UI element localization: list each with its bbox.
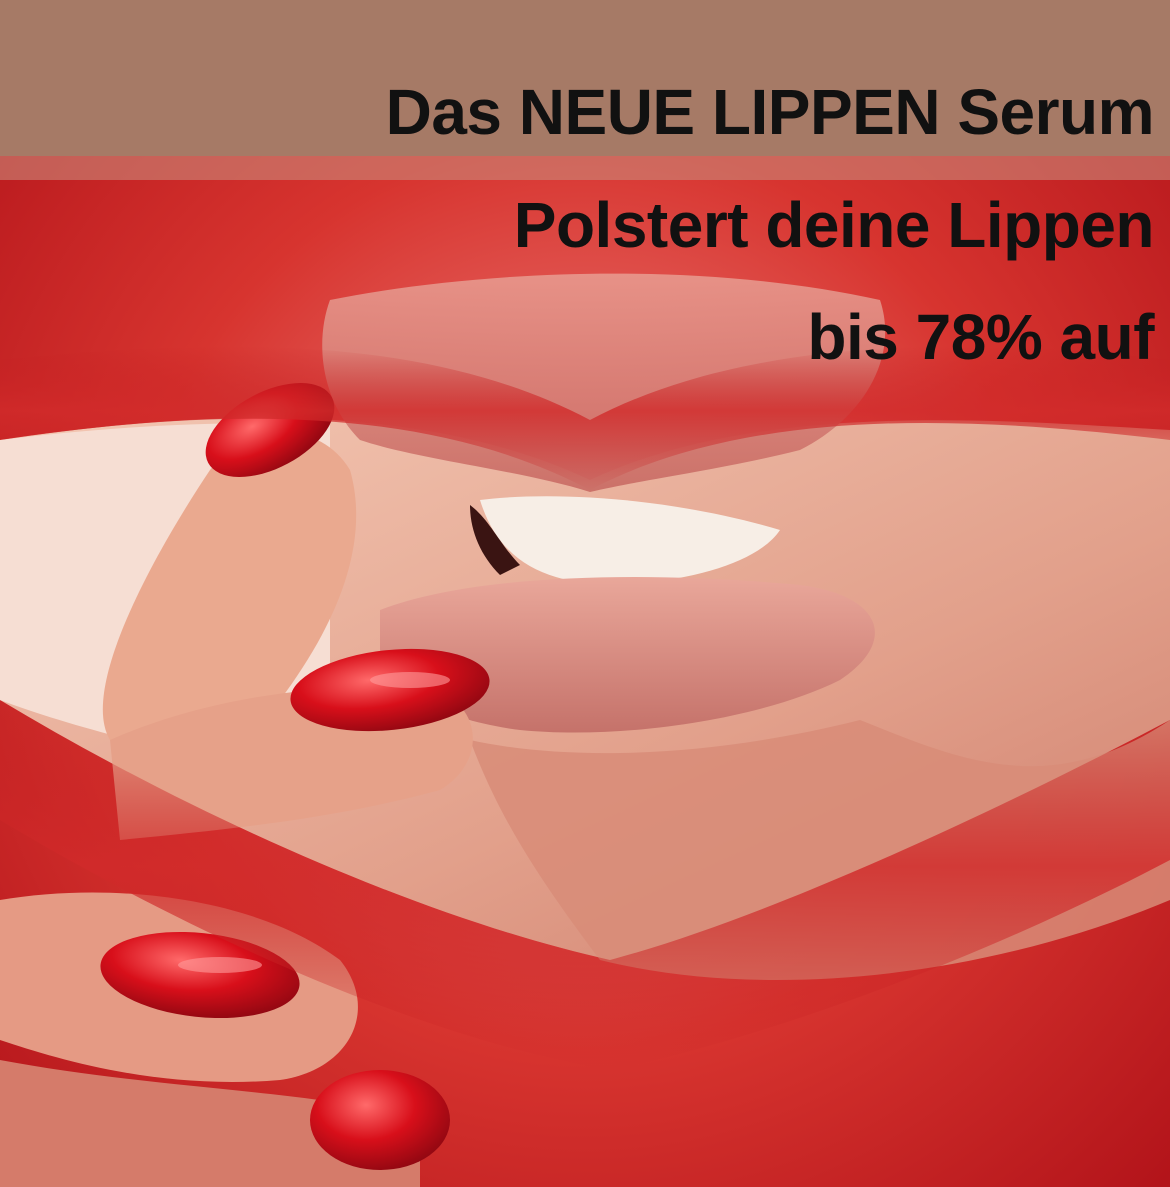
headline-line-1: Das NEUE LIPPEN Serum [385, 76, 1155, 148]
nail-bottom [310, 1070, 450, 1170]
nail-lower-highlight [178, 957, 262, 973]
lips-photo [0, 0, 1170, 1187]
top-band-fade [0, 156, 1170, 180]
headline-line-2: Polstert deine Lippen [513, 189, 1155, 261]
headline-line-3: bis 78% auf [807, 301, 1154, 373]
nail-middle-highlight [370, 672, 450, 688]
